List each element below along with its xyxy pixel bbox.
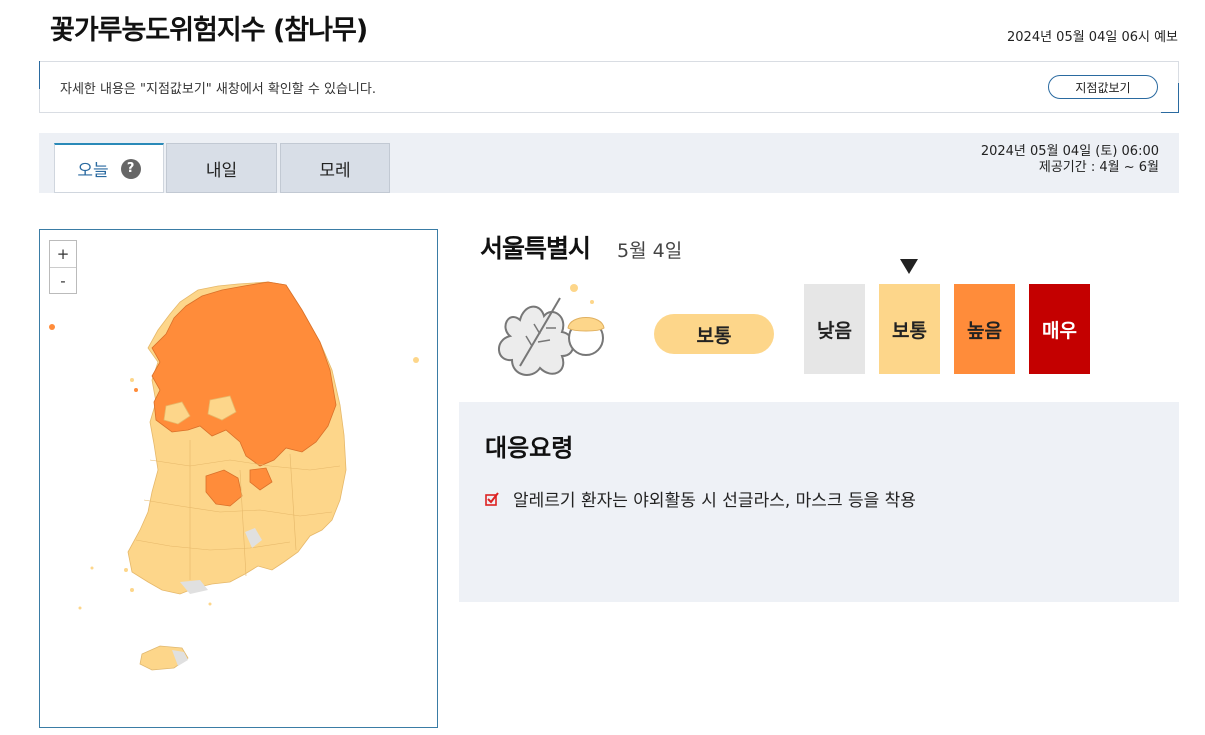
risk-level-badge: 보통 <box>654 314 774 354</box>
zoom-control: + - <box>49 240 77 294</box>
ulleung-island <box>413 357 419 363</box>
checkbox-checked-icon <box>485 491 499 506</box>
help-icon[interactable]: ? <box>120 158 141 179</box>
guide-item: 알레르기 환자는 야외활동 시 선글라스, 마스크 등을 착용 <box>485 486 916 511</box>
view-point-values-button[interactable]: 지점값보기 <box>1048 75 1158 99</box>
west-island <box>49 324 55 330</box>
page-title: 꽃가루농도위험지수 (참나무) <box>50 15 368 46</box>
scale-high: 높음 <box>954 284 1015 374</box>
issue-datetime: 2024년 05월 04일 (토) 06:00 <box>980 144 1159 159</box>
date-info: 2024년 05월 04일 (토) 06:00 제공기간 : 4월 ~ 6월 <box>981 144 1159 176</box>
tab-label: 내일 <box>205 160 238 181</box>
zoom-in-button[interactable]: + <box>50 241 76 267</box>
notice-text: 자세한 내용은 "지점값보기" 새창에서 확인할 수 있습니다. <box>60 82 376 97</box>
map-canvas[interactable] <box>40 230 438 728</box>
region-name: 서울특별시 <box>480 234 591 263</box>
korea-risk-map[interactable]: + - <box>39 229 438 728</box>
tab-tomorrow[interactable]: 내일 <box>166 143 277 193</box>
tab-label: 모레 <box>319 160 351 181</box>
tab-today[interactable]: 오늘 ? <box>54 143 164 193</box>
day-tabs: 오늘 ? 내일 모레 2024년 05월 04일 (토) 06:00 제공기간 … <box>39 133 1179 193</box>
zoom-out-button[interactable]: - <box>50 267 76 293</box>
service-period: 제공기간 : 4월 ~ 6월 <box>1038 160 1159 175</box>
guide-title: 대응요령 <box>485 434 574 462</box>
notice-box: 자세한 내용은 "지점값보기" 새창에서 확인할 수 있습니다. 지점값보기 <box>39 61 1179 113</box>
region-date: 5월 4일 <box>617 240 683 262</box>
response-guide: 대응요령 알레르기 환자는 야외활동 시 선글라스, 마스크 등을 착용 <box>459 402 1179 602</box>
scale-very-high: 매우 <box>1029 284 1090 374</box>
forecast-time: 2024년 05월 04일 06시 예보 <box>1007 30 1178 45</box>
guide-item-text: 알레르기 환자는 야외활동 시 선글라스, 마스크 등을 착용 <box>513 491 916 511</box>
scale-medium: 보통 <box>879 284 940 374</box>
tab-label: 오늘 <box>77 161 109 181</box>
oak-leaf-acorn-icon <box>498 284 605 376</box>
current-level-marker-icon <box>900 259 918 274</box>
tab-day-after-tomorrow[interactable]: 모레 <box>280 143 390 193</box>
scale-low: 낮음 <box>804 284 865 374</box>
